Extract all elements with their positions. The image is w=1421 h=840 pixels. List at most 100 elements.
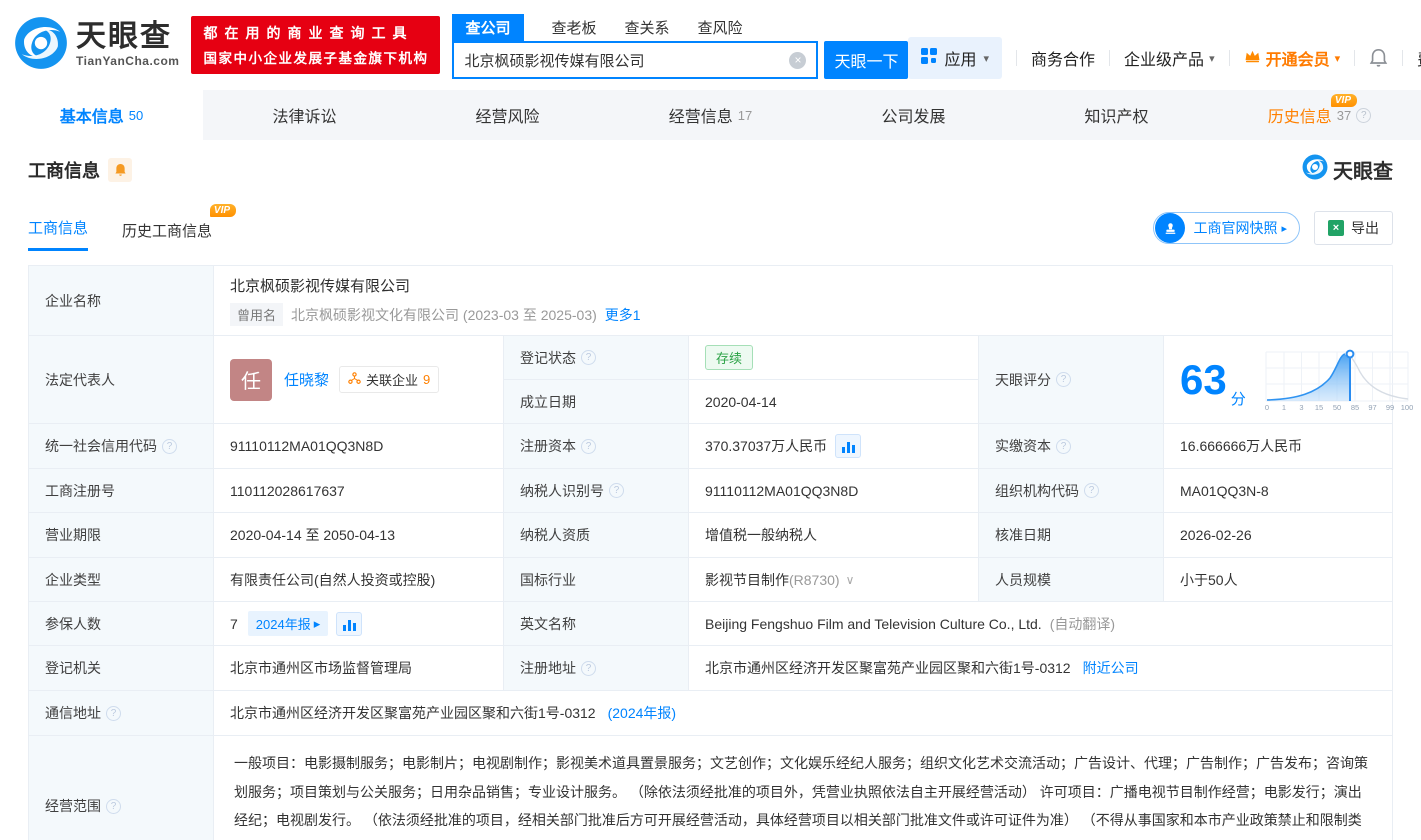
field-value-taxpayer-id: 91110112MA01QQ3N8D: [689, 469, 979, 513]
related-companies-button[interactable]: 关联企业 9: [339, 366, 440, 393]
industry-name: 影视节目制作: [705, 571, 789, 588]
field-label-company-name: 企业名称: [29, 266, 214, 336]
tianyancha-eye-icon: [14, 16, 68, 75]
field-label-industry: 国标行业: [504, 558, 689, 602]
apps-menu[interactable]: 应用 ▾: [908, 37, 1003, 79]
search-input[interactable]: [464, 51, 790, 69]
tab-operating-risk[interactable]: 经营风险: [406, 90, 609, 140]
tab-count: 37: [1336, 107, 1352, 123]
search-tab-relation[interactable]: 查关系: [625, 17, 670, 38]
search-tab-boss[interactable]: 查老板: [552, 17, 597, 38]
clear-search-icon[interactable]: ×: [789, 51, 807, 69]
tab-label: 公司发展: [881, 109, 946, 126]
field-label-taxpayer-id: 纳税人识别号?: [504, 469, 689, 513]
search-area: 查公司 查老板 查关系 查风险 × 天眼一下: [452, 11, 909, 79]
field-value-reg-status: 存续: [689, 336, 979, 380]
svg-text:97: 97: [1368, 403, 1376, 412]
vip-badge: VIP: [1330, 94, 1357, 107]
search-tab-company[interactable]: 查公司: [452, 13, 524, 41]
open-vip-label: 开通会员: [1265, 52, 1330, 69]
subtab-business-info[interactable]: 工商信息: [28, 217, 89, 251]
related-companies-label: 关联企业: [366, 373, 419, 388]
field-value-tyc-score: 63 分 0 1 3 15 50 85 97 99 100: [1164, 336, 1413, 424]
industry-code: (R8730): [789, 571, 840, 588]
user-menu[interactable]: 费米 ▾: [1417, 46, 1421, 70]
nav-enterprise[interactable]: 企业级产品 ▾: [1124, 46, 1215, 70]
annual-report-badge[interactable]: 2024年报 ▸: [247, 611, 329, 636]
field-value-org-code: MA01QQ3N-8: [1164, 469, 1393, 513]
help-icon[interactable]: ?: [581, 438, 596, 454]
help-icon[interactable]: ?: [581, 660, 596, 676]
tab-basic-info[interactable]: 基本信息 50: [0, 90, 203, 140]
field-value-insured: 7 2024年报 ▸: [214, 602, 504, 646]
help-icon[interactable]: ?: [1056, 438, 1071, 454]
company-name: 北京枫硕影视传媒有限公司: [230, 278, 411, 295]
tab-label: 基本信息: [59, 109, 124, 126]
divider: [1402, 50, 1404, 66]
legal-rep-avatar[interactable]: 任: [230, 358, 272, 401]
apps-label: 应用: [944, 52, 977, 69]
score-unit: 分: [1230, 391, 1246, 408]
score-distribution-chart[interactable]: 0 1 3 15 50 85 97 99 100: [1262, 344, 1414, 415]
nav-cooperation[interactable]: 商务合作: [1031, 46, 1095, 70]
tianyancha-eye-icon: [1302, 154, 1328, 185]
tab-label: 知识产权: [1084, 109, 1149, 126]
former-name: 北京枫硕影视文化有限公司 (2023-03 至 2025-03): [291, 306, 597, 323]
chevron-down-icon[interactable]: ∨: [846, 573, 855, 587]
tab-intellectual-property[interactable]: 知识产权: [1015, 90, 1218, 140]
help-icon[interactable]: ?: [1084, 483, 1099, 498]
enterprise-label: 企业级产品: [1124, 52, 1205, 69]
subtab-history-business-info[interactable]: VIP 历史工商信息: [122, 204, 237, 251]
tab-operating-info[interactable]: 经营信息 17: [609, 90, 812, 140]
field-value-paid-capital: 16.666666万人民币: [1164, 424, 1393, 469]
search-tab-risk[interactable]: 查风险: [698, 17, 743, 38]
field-label-taxpayer-quality: 纳税人资质: [504, 513, 689, 558]
help-icon[interactable]: ?: [106, 798, 121, 814]
search-tabs: 查公司 查老板 查关系 查风险: [452, 13, 908, 41]
help-icon[interactable]: ?: [609, 483, 624, 498]
capital-chart-icon[interactable]: [835, 434, 862, 458]
tab-label: 法律诉讼: [272, 109, 337, 126]
help-icon[interactable]: ?: [1056, 372, 1071, 387]
logo-domain: TianYanCha.com: [76, 54, 180, 68]
help-icon[interactable]: ?: [1356, 107, 1372, 123]
help-icon[interactable]: ?: [106, 705, 121, 721]
tab-label: 历史信息: [1267, 109, 1332, 126]
watermark-text: 天眼查: [1333, 161, 1393, 183]
tab-legal[interactable]: 法律诉讼: [203, 90, 406, 140]
field-label-business-term: 营业期限: [29, 513, 214, 558]
field-value-registry: 北京市通州区市场监督管理局: [214, 646, 504, 691]
search-button[interactable]: 天眼一下: [824, 41, 909, 79]
svg-text:85: 85: [1351, 403, 1359, 412]
status-badge: 存续: [705, 345, 754, 370]
field-label-business-scope: 经营范围?: [29, 736, 214, 840]
help-icon[interactable]: ?: [581, 350, 596, 365]
tab-history-info[interactable]: VIP 历史信息 37 ?: [1218, 90, 1421, 140]
apps-grid-icon: [921, 47, 938, 69]
reg-address: 北京市通州区经济开发区聚富苑产业园区聚和六街1号-0312: [705, 660, 1071, 676]
field-label-paid-capital: 实缴资本?: [979, 424, 1164, 469]
help-icon[interactable]: ?: [162, 438, 177, 454]
username: 费米: [1417, 46, 1421, 70]
export-button[interactable]: × 导出: [1314, 211, 1393, 245]
mail-address: 北京市通州区经济开发区聚富苑产业园区聚和六街1号-0312: [230, 705, 596, 721]
notifications-bell-icon[interactable]: [1369, 48, 1388, 68]
tianyancha-logo[interactable]: 天眼查 TianYanCha.com: [14, 16, 179, 75]
svg-text:50: 50: [1333, 403, 1341, 412]
nearby-companies-link[interactable]: 附近公司: [1083, 658, 1139, 678]
field-value-legal-rep: 任 任晓黎 关联企业 9: [214, 336, 504, 424]
tab-label: 经营信息: [668, 109, 733, 126]
official-snapshot-button[interactable]: 工商官网快照 ▸: [1153, 212, 1300, 244]
field-value-establish-date: 2020-04-14: [689, 380, 979, 424]
subscribe-bell-icon[interactable]: [108, 157, 132, 182]
field-value-company-name: 北京枫硕影视传媒有限公司 曾用名 北京枫硕影视文化有限公司 (2023-03 至…: [214, 266, 1393, 336]
mail-address-report-link[interactable]: (2024年报): [608, 703, 676, 723]
legal-rep-name-link[interactable]: 任晓黎: [284, 369, 329, 390]
promo-line1: 都在用的商业查询工具: [203, 25, 414, 41]
nav-open-vip[interactable]: 开通会员 ▾: [1244, 46, 1340, 70]
more-former-names-link[interactable]: 更多1: [605, 305, 641, 325]
field-value-business-scope: 一般项目：电影摄制服务；电影制片；电视剧制作；影视美术道具置景服务；文艺创作；文…: [214, 736, 1393, 840]
field-label-reg-address: 注册地址?: [504, 646, 689, 691]
insured-chart-icon[interactable]: [336, 611, 363, 636]
tab-company-development[interactable]: 公司发展: [812, 90, 1015, 140]
